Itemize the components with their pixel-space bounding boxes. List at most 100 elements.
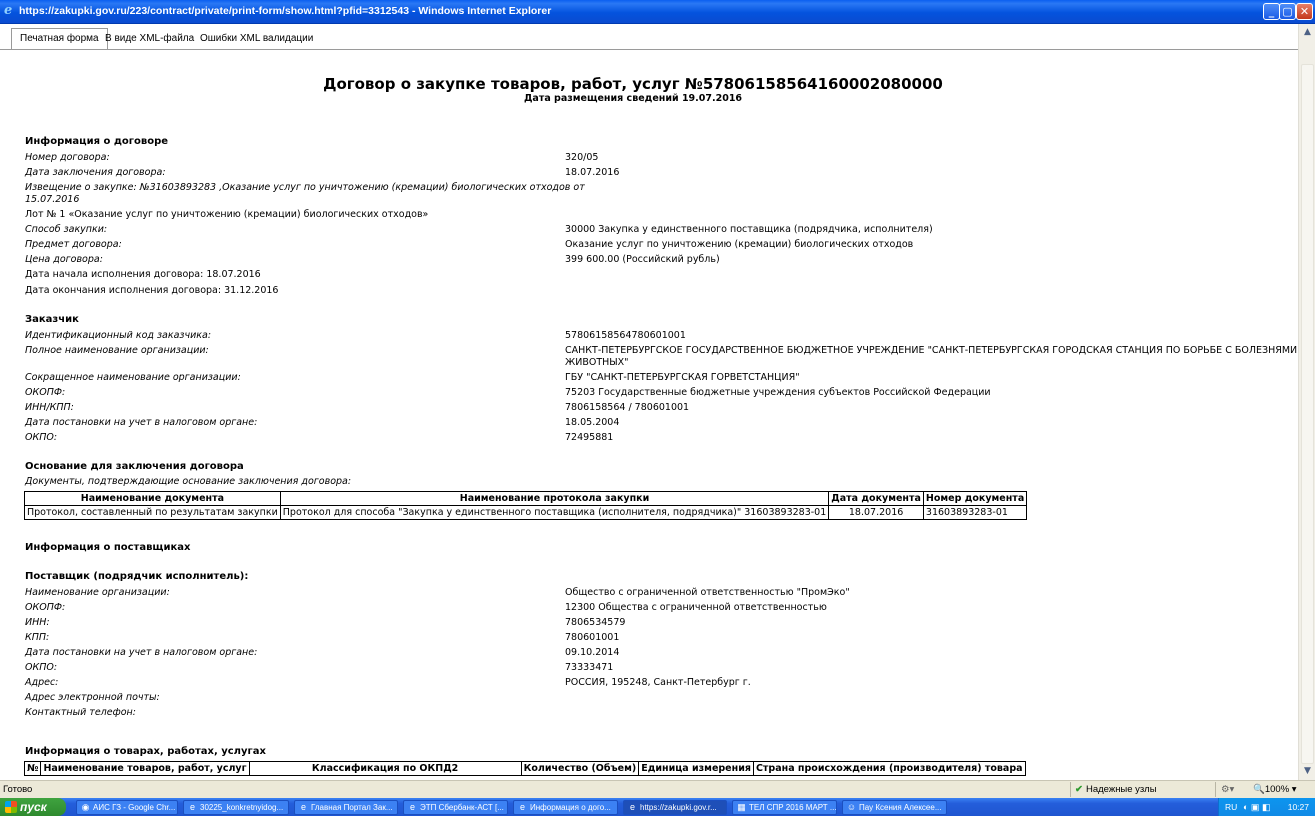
security-zone-label: Надежные узлы <box>1085 784 1157 795</box>
taskbar-item-label: ТЕЛ СПР 2016 МАРТ ... <box>749 803 837 812</box>
taskbar-item-label: 30225_konkretnyidog... <box>200 803 284 812</box>
internet-explorer-icon: e <box>189 802 195 812</box>
taskbar-item-contact[interactable]: ☺ Пау Ксения Алексее... <box>842 800 947 815</box>
supplier-address-label: Адрес: <box>25 677 59 688</box>
status-separator <box>1070 782 1071 797</box>
taskbar-item-portal[interactable]: e Главная Портал Зак... <box>294 800 398 815</box>
customer-shortname-label: Сокращенное наименование организации: <box>25 372 241 383</box>
table-header-cell: Количество (Объем) <box>520 761 640 776</box>
contract-number-value: 320/05 <box>565 152 599 163</box>
method-value: 30000 Закупка у единственного поставщика… <box>565 224 933 235</box>
supplier-address-value: РОССИЯ, 195248, Санкт-Петербург г. <box>565 677 751 688</box>
customer-okopf-label: ОКОПФ: <box>25 387 66 398</box>
customer-fullname-line-1: САНКТ-ПЕТЕРБУРГСКОЕ ГОСУДАРСТВЕННОЕ БЮДЖ… <box>565 345 1298 356</box>
zoom-level: 100% <box>1264 784 1290 795</box>
windows-logo-icon <box>5 801 17 813</box>
start-button[interactable]: пуск <box>0 798 66 816</box>
customer-okopf-value: 75203 Государственные бюджетные учрежден… <box>565 387 991 398</box>
close-button[interactable]: ✕ <box>1296 3 1313 20</box>
internet-explorer-icon: e <box>629 802 635 812</box>
zoom-control[interactable]: 🔍100% ▾ <box>1253 784 1297 795</box>
table-header-cell: Номер документа <box>922 491 1028 506</box>
notice-line-2: 15.07.2016 <box>25 194 80 205</box>
supplier-okpo-label: ОКПО: <box>25 662 58 673</box>
table-header-cell: № <box>23 761 42 776</box>
table-header-cell: Дата документа <box>828 491 924 506</box>
document-content: Договор о закупке товаров, работ, услуг … <box>0 50 1298 780</box>
scroll-down-arrow-icon[interactable]: ▼ <box>1300 764 1315 779</box>
taskbar-item-label: АИС ГЗ - Google Chr... <box>93 803 176 812</box>
contract-date-label: Дата заключения договора: <box>25 167 166 178</box>
taskbar-item-zakupki[interactable]: e https://zakupki.gov.r... <box>623 800 727 815</box>
page-subtitle: Дата размещения сведений 19.07.2016 <box>523 93 743 104</box>
language-indicator[interactable]: RU <box>1225 798 1237 816</box>
spreadsheet-icon: ▦ <box>737 802 746 812</box>
tab-print-form[interactable]: Печатная форма <box>11 28 108 50</box>
start-label: пуск <box>20 800 47 814</box>
supplier-inn-value: 7806534579 <box>565 617 626 628</box>
vertical-scrollbar[interactable]: ▲ ▼ <box>1298 24 1315 780</box>
security-zone[interactable]: ✔ Надежные узлы <box>1075 784 1157 795</box>
end-date-text: Дата окончания исполнения договора: 31.1… <box>25 285 279 296</box>
scrollbar-thumb[interactable] <box>1301 64 1314 764</box>
tab-xml-errors[interactable]: Ошибки XML валидации <box>192 29 321 49</box>
table-header-cell: Наименование протокола закупки <box>279 491 830 506</box>
taskbar-item-sberbank[interactable]: e ЭТП Сбербанк-АСТ [... <box>403 800 508 815</box>
table-header-cell: Наименование документа <box>24 491 281 506</box>
supplier-tax-date-value: 09.10.2014 <box>565 647 620 658</box>
start-date-text: Дата начала исполнения договора: 18.07.2… <box>25 269 261 280</box>
price-label: Цена договора: <box>25 254 103 265</box>
scroll-up-arrow-icon[interactable]: ▲ <box>1300 25 1315 40</box>
taskbar-item-phonebook[interactable]: ▦ ТЕЛ СПР 2016 МАРТ ... <box>732 800 837 815</box>
goods-table: № Наименование товаров, работ, услуг Кла… <box>23 761 1026 776</box>
method-label: Способ закупки: <box>25 224 108 235</box>
supplier-okpo-value: 73333471 <box>565 662 614 673</box>
contract-number-label: Номер договора: <box>25 152 110 163</box>
chrome-icon: ◉ <box>81 802 90 812</box>
taskbar-item-contract-info[interactable]: e Информация о дого... <box>513 800 618 815</box>
table-cell: 18.07.2016 <box>828 505 924 520</box>
customer-fullname-label: Полное наименование организации: <box>25 345 209 356</box>
contract-date-value: 18.07.2016 <box>565 167 620 178</box>
internet-explorer-icon: e <box>409 802 415 812</box>
internet-explorer-icon: e <box>4 3 13 18</box>
supplier-okopf-value: 12300 Общества с ограниченной ответствен… <box>565 602 827 613</box>
customer-id-value: 57806158564780601001 <box>565 330 686 341</box>
customer-inn-value: 7806158564 / 780601001 <box>565 402 690 413</box>
price-value: 399 600.00 (Российский рубль) <box>565 254 720 265</box>
internet-explorer-icon: e <box>519 802 525 812</box>
customer-id-label: Идентификационный код заказчика: <box>25 330 212 341</box>
taskbar-item-chrome[interactable]: ◉ АИС ГЗ - Google Chr... <box>76 800 178 815</box>
taskbar-item-label: Пау Ксения Алексее... <box>859 803 942 812</box>
supplier-email-label: Адрес электронной почты: <box>25 692 160 703</box>
taskbar-item-label: ЭТП Сбербанк-АСТ [... <box>420 803 504 812</box>
notice-line-1: Извещение о закупке: №31603893283 ,Оказа… <box>25 182 585 193</box>
taskbar-item-label: Информация о дого... <box>530 803 611 812</box>
supplier-tax-date-label: Дата постановки на учет в налоговом орга… <box>25 647 258 658</box>
lot-text: Лот № 1 «Оказание услуг по уничтожению (… <box>25 209 429 220</box>
protected-mode-icon[interactable]: ⚙▾ <box>1221 784 1234 795</box>
section-suppliers-heading: Информация о поставщиках <box>25 542 191 553</box>
section-customer-heading: Заказчик <box>25 314 79 325</box>
maximize-button[interactable]: ▢ <box>1279 3 1296 20</box>
minimize-button[interactable]: _ <box>1263 3 1280 20</box>
zoom-icon: 🔍 <box>1253 784 1265 795</box>
section-contract-info-heading: Информация о договоре <box>25 136 169 147</box>
basis-subheading: Документы, подтверждающие основание закл… <box>25 476 352 487</box>
table-cell: Протокол, составленный по результатам за… <box>24 505 281 520</box>
clock: 10:27 <box>1287 802 1309 812</box>
taskbar-item-label: https://zakupki.gov.r... <box>640 803 717 812</box>
customer-inn-label: ИНН/КПП: <box>25 402 74 413</box>
page-title: Договор о закупке товаров, работ, услуг … <box>323 75 943 93</box>
customer-okpo-label: ОКПО: <box>25 432 58 443</box>
table-header-row: Наименование документа Наименование прот… <box>24 491 1028 506</box>
tab-xml-file[interactable]: В виде XML-файла <box>97 29 202 49</box>
supplier-inn-label: ИНН: <box>25 617 50 628</box>
user-icon: ☺ <box>846 802 857 812</box>
tray-icons[interactable]: ◐ ▣ ◧ <box>1243 798 1270 816</box>
customer-okpo-value: 72495881 <box>565 432 614 443</box>
section-goods-heading: Информация о товарах, работах, услугах <box>25 746 266 757</box>
table-row: Протокол, составленный по результатам за… <box>24 505 1028 520</box>
window-title: https://zakupki.gov.ru/223/contract/priv… <box>19 5 552 17</box>
taskbar-item-document[interactable]: e 30225_konkretnyidog... <box>183 800 289 815</box>
